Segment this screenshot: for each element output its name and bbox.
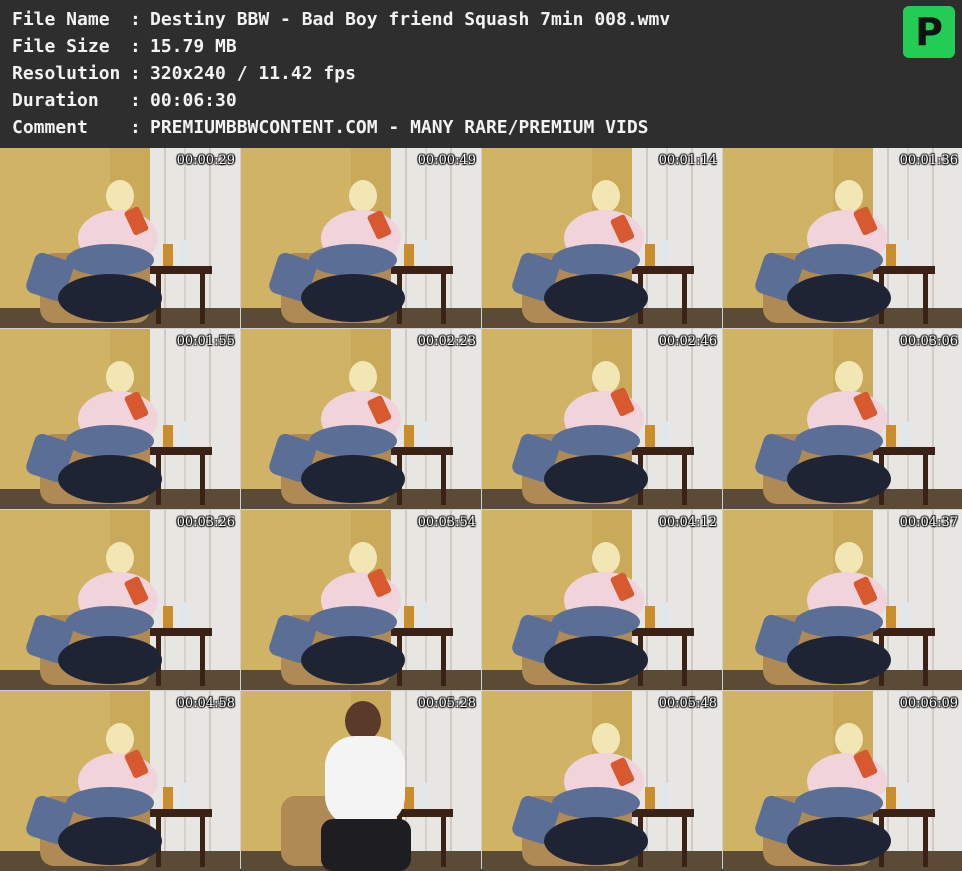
info-label: File Size bbox=[12, 36, 110, 57]
thumbnail: 00:05:28 bbox=[241, 691, 481, 871]
video-frame bbox=[0, 329, 240, 509]
thumbnail-grid: 00:00:29 00:00:49 00:01:14 00:01:36 00:0… bbox=[0, 148, 962, 871]
logo-letter: P bbox=[915, 10, 943, 54]
thumbnail: 00:03:54 bbox=[241, 510, 481, 690]
info-label: Comment bbox=[12, 117, 88, 138]
video-frame bbox=[0, 510, 240, 690]
info-value: 320x240 / 11.42 fps bbox=[150, 63, 356, 84]
video-frame bbox=[723, 148, 962, 328]
timestamp: 00:02:23 bbox=[417, 334, 476, 349]
thumbnail: 00:00:29 bbox=[0, 148, 240, 328]
thumbnail: 00:02:46 bbox=[482, 329, 722, 509]
thumbnail: 00:01:36 bbox=[723, 148, 962, 328]
info-row-file-name: File Name : Destiny BBW - Bad Boy friend… bbox=[12, 6, 670, 33]
thumbnail: 00:01:14 bbox=[482, 148, 722, 328]
info-row-file-size: File Size : 15.79 MB bbox=[12, 33, 237, 60]
timestamp: 00:00:29 bbox=[176, 153, 235, 168]
timestamp: 00:05:28 bbox=[417, 696, 476, 711]
video-frame bbox=[241, 510, 481, 690]
timestamp: 00:01:36 bbox=[899, 153, 958, 168]
logo-p-icon: P bbox=[903, 6, 955, 58]
video-frame bbox=[723, 691, 962, 871]
video-frame bbox=[723, 510, 962, 690]
info-value: 00:06:30 bbox=[150, 90, 237, 111]
video-frame bbox=[723, 329, 962, 509]
timestamp: 00:03:06 bbox=[899, 334, 958, 349]
thumbnail: 00:03:06 bbox=[723, 329, 962, 509]
info-value: Destiny BBW - Bad Boy friend Squash 7min… bbox=[150, 9, 671, 30]
info-separator: : bbox=[130, 117, 141, 138]
timestamp: 00:00:49 bbox=[417, 153, 476, 168]
info-separator: : bbox=[130, 63, 141, 84]
info-separator: : bbox=[130, 36, 141, 57]
info-label: Duration bbox=[12, 90, 99, 111]
thumbnail: 00:01:55 bbox=[0, 329, 240, 509]
video-frame bbox=[482, 148, 722, 328]
info-header: File Name : Destiny BBW - Bad Boy friend… bbox=[0, 0, 962, 146]
video-frame bbox=[0, 148, 240, 328]
info-label: Resolution bbox=[12, 63, 121, 84]
thumbnail: 00:00:49 bbox=[241, 148, 481, 328]
video-frame bbox=[482, 329, 722, 509]
timestamp: 00:05:48 bbox=[658, 696, 717, 711]
info-row-resolution: Resolution : 320x240 / 11.42 fps bbox=[12, 60, 356, 87]
video-frame bbox=[482, 691, 722, 871]
thumbnail: 00:04:58 bbox=[0, 691, 240, 871]
video-frame bbox=[482, 510, 722, 690]
thumbnail: 00:03:26 bbox=[0, 510, 240, 690]
video-frame bbox=[0, 691, 240, 871]
info-row-duration: Duration : 00:06:30 bbox=[12, 87, 237, 114]
timestamp: 00:01:55 bbox=[176, 334, 235, 349]
thumbnail: 00:04:37 bbox=[723, 510, 962, 690]
timestamp: 00:03:54 bbox=[417, 515, 476, 530]
thumbnail: 00:04:12 bbox=[482, 510, 722, 690]
timestamp: 00:04:12 bbox=[658, 515, 717, 530]
video-frame bbox=[241, 148, 481, 328]
info-separator: : bbox=[130, 90, 141, 111]
timestamp: 00:06:09 bbox=[899, 696, 958, 711]
video-frame bbox=[241, 691, 481, 871]
info-separator: : bbox=[130, 9, 141, 30]
timestamp: 00:04:37 bbox=[899, 515, 958, 530]
info-row-comment: Comment : PREMIUMBBWCONTENT.COM - MANY R… bbox=[12, 114, 649, 141]
thumbnail: 00:05:48 bbox=[482, 691, 722, 871]
timestamp: 00:03:26 bbox=[176, 515, 235, 530]
timestamp: 00:02:46 bbox=[658, 334, 717, 349]
timestamp: 00:01:14 bbox=[658, 153, 717, 168]
info-value: PREMIUMBBWCONTENT.COM - MANY RARE/PREMIU… bbox=[150, 117, 649, 138]
info-value: 15.79 MB bbox=[150, 36, 237, 57]
thumbnail: 00:02:23 bbox=[241, 329, 481, 509]
timestamp: 00:04:58 bbox=[176, 696, 235, 711]
info-label: File Name bbox=[12, 9, 110, 30]
video-frame bbox=[241, 329, 481, 509]
thumbnail: 00:06:09 bbox=[723, 691, 962, 871]
